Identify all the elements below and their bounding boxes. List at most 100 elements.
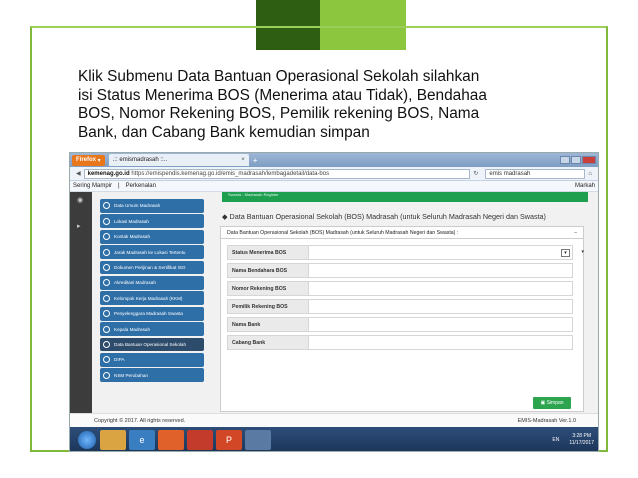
system-tray: EN 3:28 PM 11/17/2017: [552, 433, 594, 447]
arrow-circle-icon: [103, 233, 110, 241]
powerpoint-icon[interactable]: P: [216, 430, 242, 450]
new-tab-button[interactable]: +: [253, 156, 258, 165]
firefox-icon[interactable]: [158, 430, 184, 450]
browser-screenshot: Firefox ▾ .:: emismadrasah ::.. × + ◀ ke…: [69, 152, 599, 452]
sidebar-item-dokumen[interactable]: Dokumen Perijinan & Sertifikat ISO: [100, 260, 204, 275]
sidebar-menu: Data Umum Madrasah Lokasi Madrasah Konta…: [100, 199, 204, 384]
sidebar-item-label: Kontak Madrasah: [114, 234, 151, 240]
minimize-panel-icon[interactable]: −: [574, 230, 577, 236]
save-button[interactable]: ▣ Simpan: [533, 397, 571, 409]
sidebar-item-lokasi[interactable]: Lokasi Madrasah: [100, 214, 204, 229]
field-label: Nama Bank: [227, 317, 309, 332]
url-text: https://emispendis.kemenag.go.id/emis_ma…: [131, 170, 330, 177]
status-banner: Swasta - Madrasah Register: [222, 192, 588, 202]
bendahara-input[interactable]: [309, 263, 573, 278]
bookmark-perkenalan[interactable]: Perkenalan: [126, 183, 156, 189]
sidebar-item-akreditasi[interactable]: Akreditasi Madrasah: [100, 275, 204, 290]
firefox-menu-button[interactable]: Firefox ▾: [72, 154, 105, 166]
sidebar-item-kontak[interactable]: Kontak Madrasah: [100, 229, 204, 244]
slide-line: Bank, dan Cabang Bank kemudian simpan: [78, 123, 370, 141]
field-label: Nama Bendahara BOS: [227, 263, 309, 278]
panel-header: Data Bantuan Operasional Sekolah (BOS) M…: [221, 227, 583, 239]
arrow-circle-icon: [103, 325, 110, 333]
field-label: Nomor Rekening BOS: [227, 281, 309, 296]
save-icon: ▣: [540, 400, 546, 406]
arrow-circle-icon: [103, 371, 110, 379]
close-icon[interactable]: [582, 156, 596, 164]
form-row-bendahara: Nama Bendahara BOS: [227, 263, 573, 278]
arrow-circle-icon: [103, 340, 110, 348]
pemilik-input[interactable]: [309, 299, 573, 314]
sidebar-item-label: Penyelenggara Madrasah Swasta: [114, 311, 183, 317]
language-indicator[interactable]: EN: [552, 437, 559, 443]
sidebar-item-data-umum[interactable]: Data Umum Madrasah: [100, 199, 204, 213]
save-label: Simpan: [546, 400, 564, 406]
browser-tab[interactable]: .:: emismadrasah ::.. ×: [108, 154, 249, 166]
app-icon[interactable]: [245, 430, 271, 450]
sidebar-item-label: Jarak Madrasah ke Lokasi Tertentu: [114, 249, 186, 255]
bank-input[interactable]: [309, 317, 573, 332]
back-icon[interactable]: ◀: [76, 170, 81, 177]
minimize-icon[interactable]: [560, 156, 570, 164]
slide-line: BOS, Nomor Rekening BOS, Pemilik rekenin…: [78, 105, 480, 123]
media-icon[interactable]: [187, 430, 213, 450]
search-input[interactable]: emis madrasah: [485, 168, 586, 179]
slide-instruction-text: Klik Submenu Data Bantuan Operasional Se…: [78, 68, 558, 142]
sidebar-item-label: NSM Perubahan: [114, 372, 148, 378]
browser-tab-bar: Firefox ▾ .:: emismadrasah ::.. × +: [70, 153, 598, 167]
sidebar-item-label: DIPA: [114, 357, 125, 363]
sidebar-item-data-bos[interactable]: Data Bantuan Operasional Sekolah: [100, 337, 204, 352]
internet-explorer-icon[interactable]: e: [129, 430, 155, 450]
clock[interactable]: 3:28 PM 11/17/2017: [569, 433, 594, 447]
chevron-down-icon[interactable]: ▾: [561, 249, 570, 257]
strip-icon[interactable]: ◉: [77, 196, 83, 204]
bookmarks-menu[interactable]: Markah: [575, 183, 595, 189]
page-title-text: Data Bantuan Operasional Sekolah (BOS) M…: [229, 212, 546, 221]
windows-start-icon[interactable]: [78, 431, 96, 449]
strip-icon[interactable]: ▸: [77, 222, 81, 230]
rekening-input[interactable]: [309, 281, 573, 296]
window-controls: [560, 156, 596, 164]
form-row-rekening: Nomor Rekening BOS: [227, 281, 573, 296]
sidebar-item-label: Kepala Madrasah: [114, 326, 151, 332]
maximize-icon[interactable]: [571, 156, 581, 164]
sidebar-item-kkm[interactable]: Kelompok Kerja Madrasah (KKM): [100, 291, 204, 306]
sidebar-item-jarak[interactable]: Jarak Madrasah ke Lokasi Tertentu: [100, 245, 204, 259]
sidebar-item-label: Dokumen Perijinan & Sertifikat ISO: [114, 264, 186, 270]
sidebar-item-label: Data Umum Madrasah: [114, 203, 161, 209]
slide-line: isi Status Menerima BOS (Menerima atau T…: [78, 86, 487, 104]
sidebar-item-kepala[interactable]: Kepala Madrasah: [100, 322, 204, 336]
copyright-text: Copyright © 2017. All rights reserved.: [94, 417, 186, 424]
arrow-circle-icon: [103, 356, 110, 364]
bookmarks-bar: Sering Mampir | Perkenalan Markah: [70, 181, 598, 192]
field-label: Status Menerima BOS: [227, 245, 309, 260]
bos-form-panel: Data Bantuan Operasional Sekolah (BOS) M…: [220, 226, 584, 412]
home-icon[interactable]: ⌂: [588, 171, 592, 177]
bookmark-sering-mampir[interactable]: Sering Mampir: [73, 183, 112, 189]
tag-icon: ◆: [222, 212, 228, 221]
form-row-bank: Nama Bank: [227, 317, 573, 332]
status-select[interactable]: ▾ ▾: [309, 245, 584, 260]
arrow-circle-icon: [103, 263, 110, 271]
tab-close-icon[interactable]: ×: [241, 157, 245, 163]
cabang-input[interactable]: [309, 335, 573, 350]
sidebar-item-label: Lokasi Madrasah: [114, 218, 149, 224]
form-row-cabang: Cabang Bank: [227, 335, 573, 350]
page-footer: Copyright © 2017. All rights reserved. E…: [70, 413, 598, 427]
arrow-circle-icon: [103, 202, 110, 210]
arrow-circle-icon: [103, 248, 110, 256]
sidebar-item-label: Kelompok Kerja Madrasah (KKM): [114, 295, 183, 301]
url-domain: kemenag.go.id: [87, 170, 130, 177]
firefox-label: Firefox: [76, 157, 97, 163]
sidebar-item-nsm[interactable]: NSM Perubahan: [100, 368, 204, 383]
arrow-circle-icon: [103, 310, 110, 318]
clock-date: 11/17/2017: [569, 440, 594, 446]
bookmark-separator: |: [118, 183, 120, 189]
status-banner-text: Swasta - Madrasah Register: [228, 192, 279, 197]
search-text: emis madrasah: [489, 170, 531, 177]
sidebar-item-penyelenggara[interactable]: Penyelenggara Madrasah Swasta: [100, 306, 204, 321]
reload-icon[interactable]: ↻: [473, 170, 478, 177]
folder-icon[interactable]: [100, 430, 126, 450]
sidebar-item-dipa[interactable]: DIPA: [100, 352, 204, 367]
url-bar[interactable]: kemenag.go.id https://emispendis.kemenag…: [83, 168, 471, 179]
